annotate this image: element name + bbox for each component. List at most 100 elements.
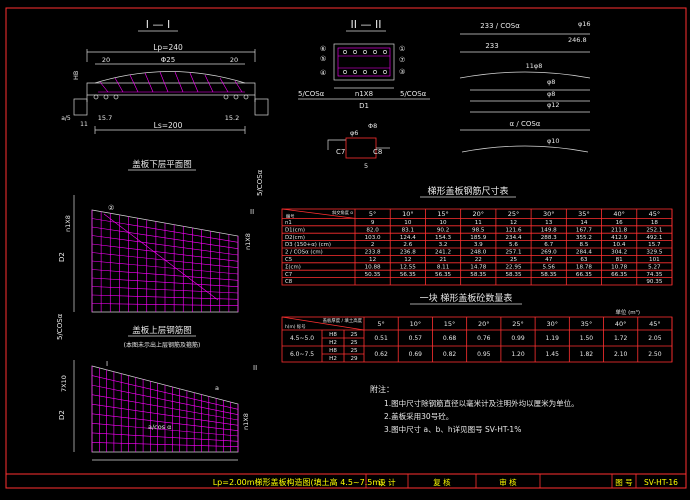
table1-cell: 412.9: [611, 235, 627, 241]
table2-cell: 0.82: [443, 351, 457, 358]
table2-corner-bottom: h(m) 标号: [285, 323, 306, 330]
table2-cell: 0.76: [477, 335, 491, 342]
section-1-title: I — I: [146, 18, 170, 31]
table1-cell: 12: [510, 220, 517, 226]
cad-drawing: I — I Lp=240 Φ25 20 20 HB 15.7 15.2 a/5 …: [5, 7, 687, 489]
rebar-phi8a: φ8: [547, 78, 555, 86]
table2-unit: 单位 (m³): [615, 308, 640, 316]
table1-cell: 10: [439, 220, 447, 226]
title-block-check: 审 核: [499, 477, 517, 487]
title-block-figno: SV-HT-16: [644, 478, 678, 487]
title-block: Lp=2.00m梯形盖板构造图(填土高 4.5~7.5m) 设 计 复 核 审 …: [5, 473, 687, 489]
table1-cell: 58.35: [541, 272, 557, 278]
table1-angle: 10°: [402, 210, 414, 218]
section-1-1: I — I Lp=240 Φ25 20 20 HB 15.7 15.2 a/5 …: [61, 18, 269, 134]
section-2-mark-5: ⑤: [320, 55, 326, 63]
table1-cell: 58.35: [505, 272, 521, 278]
table1-cell: 66.35: [576, 272, 592, 278]
table1-cell: 56.35: [435, 272, 451, 278]
table1-row-label: D2(cm): [285, 235, 305, 241]
notes: 附注： 1.图中尺寸除钢筋直径以毫米计及注明外均以厘米为单位。 2.盖板采用30…: [370, 384, 579, 434]
table2-cell: 1.82: [580, 351, 594, 358]
table1-cell: 12.55: [400, 264, 416, 270]
table1-angle: 30°: [543, 210, 555, 218]
table2-cell: 0.99: [511, 335, 525, 342]
table1-cell: 11: [475, 220, 483, 226]
table1-cell: 257.1: [505, 250, 521, 256]
table1-cell: 18: [651, 220, 659, 226]
table1-cell: 3.9: [474, 242, 483, 248]
table1-cell: 284.4: [576, 250, 592, 256]
table1-angle: 35°: [578, 210, 590, 218]
table1-cell: 10.88: [365, 264, 381, 270]
table1-cell: 2: [371, 242, 375, 248]
table1-cell: 63: [580, 257, 588, 263]
table2-angle: 40°: [615, 320, 627, 328]
table1-cell: 58.35: [470, 272, 486, 278]
table1-angle: 15°: [437, 210, 449, 218]
table1-angle: 45°: [649, 210, 661, 218]
table1-cell: 56.35: [400, 272, 416, 278]
table2-cell: 2.50: [648, 351, 662, 358]
table1-row-label: D1(cm): [285, 227, 305, 233]
plan-upper-roman2: II: [253, 364, 257, 372]
table2-angle: 25°: [512, 320, 524, 328]
table1-corner-bottom: 编号: [286, 213, 294, 220]
notes-heading: 附注：: [370, 384, 394, 394]
section-1-b2: 15.2: [225, 114, 239, 122]
plan-lower-cos: 5/COSα: [256, 169, 264, 196]
table1-row-label: D3 (150+α) (cm): [285, 242, 331, 248]
table1-cell: 8.11: [437, 264, 450, 270]
table1-cell: 167.7: [576, 227, 592, 233]
table1-cell: 304.2: [611, 250, 627, 256]
table1-cell: 2.6: [403, 242, 412, 248]
table1-cell: 82.0: [366, 227, 379, 233]
table1-cell: 12: [404, 257, 411, 263]
plan-upper-d2: D2: [58, 410, 66, 420]
table2-cell: 1.50: [580, 335, 594, 342]
table2-angle: 10°: [410, 320, 422, 328]
rebar-l3: 11φ8: [526, 62, 543, 70]
note-3: 3.图中尺寸 a、b、h详见图号 SV-HT-1%: [384, 424, 521, 434]
section-2-n: n1X8: [355, 90, 373, 98]
plan-upper-title: 盖板上层钢筋图: [132, 325, 192, 336]
section-1-ls: Ls=200: [154, 121, 183, 130]
table2-title: 一块 梯形盖板砼数量表: [420, 292, 513, 304]
table1-cell: 81: [616, 257, 624, 263]
table1-corner-top: 斜交角度 α: [332, 209, 353, 216]
table2-cell: 0.57: [409, 335, 423, 342]
rebar-l2: 233: [485, 42, 498, 50]
section-2-title: II — II: [351, 18, 382, 31]
section-1-a2: 20: [230, 56, 238, 64]
rebar-detail: 233 / COSα φ16 246.8 233 11φ8 φ8 φ8 φ12 …: [459, 20, 591, 153]
section-2-c7: C7: [336, 148, 345, 156]
table1-cell: 269.0: [541, 250, 557, 256]
table1-cell: 22.95: [505, 264, 521, 270]
table1-cell: 10.78: [611, 264, 627, 270]
section-2-cos-right: 5/COSα: [400, 90, 427, 98]
table1-cell: 90.2: [437, 227, 449, 233]
table1-cell: 5.56: [542, 264, 555, 270]
table1-cell: 211.8: [611, 227, 627, 233]
table1-cell: 185.9: [470, 235, 486, 241]
table2-cell: 0.62: [374, 351, 388, 358]
table2-sub: H8: [329, 332, 337, 338]
table2-cell: 1.19: [546, 335, 560, 342]
section-2-cos-left: 5/COSα: [298, 90, 325, 98]
table2-cell: 0.68: [443, 335, 457, 342]
title-block-review: 复 核: [433, 477, 451, 487]
plan-upper-roman1: I: [106, 360, 108, 368]
table2-angle: 5°: [377, 320, 384, 328]
section-2-2: II — II ⑥ ⑤ ④ ① ⑦ ③ n1X8 5/COSα 5/COSα D…: [298, 18, 430, 170]
table1-cell: 50.35: [365, 272, 381, 278]
title-block-figno-label: 图 号: [615, 478, 632, 487]
table1-cell: 248.0: [470, 250, 486, 256]
plan-upper-n8: n1X8: [242, 413, 250, 430]
table1-cell: 329.5: [646, 250, 662, 256]
section-2-phi8: Φ8: [368, 122, 377, 130]
table1-cell: 252.1: [646, 227, 662, 233]
table2-cell: 1.72: [614, 335, 628, 342]
table2-sub: H8: [329, 348, 337, 354]
table1-cell: 236.8: [400, 250, 416, 256]
plan-lower-title: 盖板下层平面图: [132, 159, 192, 170]
